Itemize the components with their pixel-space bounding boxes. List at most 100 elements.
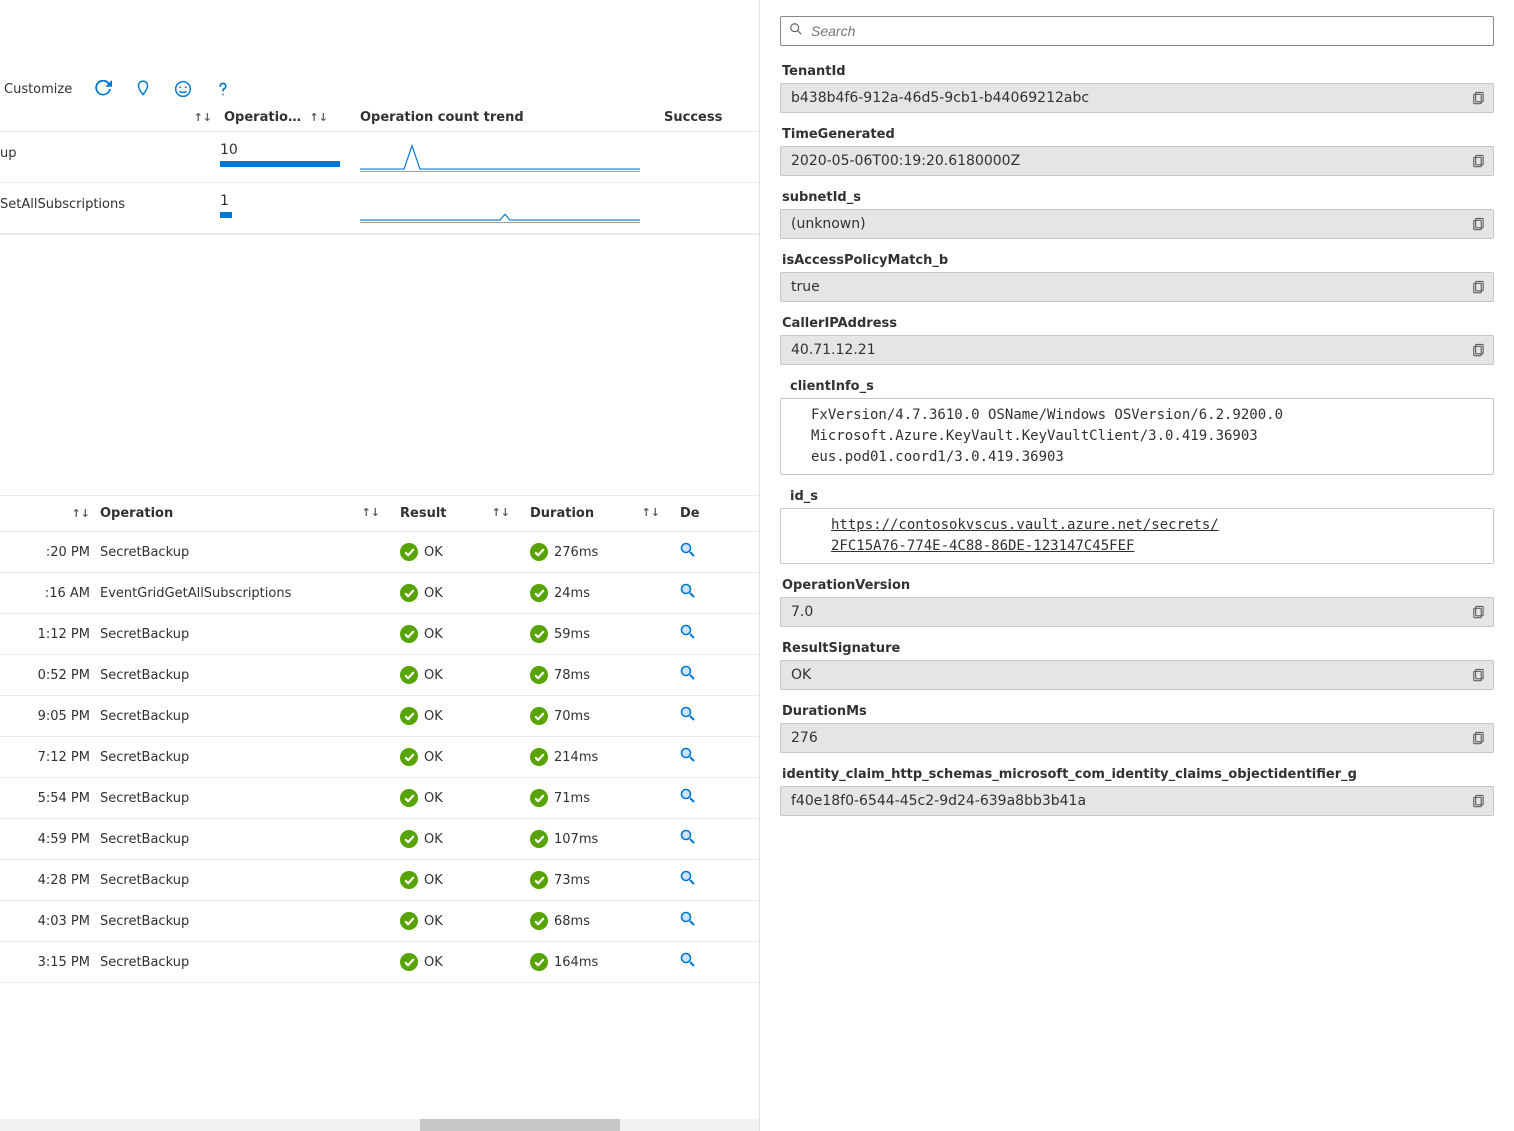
table-row[interactable]: 4:59 PM SecretBackup OK 107ms bbox=[0, 819, 759, 860]
cell-duration: 164ms bbox=[530, 953, 680, 971]
col-operation-header[interactable]: Operation bbox=[100, 506, 173, 521]
sort-icon[interactable]: ↑↓ bbox=[362, 506, 380, 519]
field-value[interactable]: 40.71.12.21 bbox=[780, 335, 1494, 365]
cell-result: OK bbox=[400, 584, 530, 602]
col-success-header[interactable]: Success bbox=[664, 110, 722, 125]
cell-result: OK bbox=[400, 666, 530, 684]
table-row[interactable]: :20 PM SecretBackup OK 276ms bbox=[0, 532, 759, 573]
help-icon[interactable] bbox=[214, 80, 232, 98]
field-value[interactable]: b438b4f6-912a-46d5-9cb1-b44069212abc bbox=[780, 83, 1494, 113]
table-row[interactable]: 1:12 PM SecretBackup OK 59ms bbox=[0, 614, 759, 655]
magnifier-icon[interactable] bbox=[680, 624, 696, 640]
cell-operation: EventGridGetAllSubscriptions bbox=[100, 586, 400, 601]
cell-details-link[interactable] bbox=[680, 706, 720, 726]
copy-icon[interactable] bbox=[1470, 668, 1485, 683]
favorite-icon[interactable] bbox=[134, 80, 152, 98]
magnifier-icon[interactable] bbox=[680, 952, 696, 968]
col-operation-header[interactable]: Operatio… bbox=[224, 110, 301, 125]
check-icon bbox=[400, 789, 418, 807]
cell-operation: SecretBackup bbox=[100, 668, 400, 683]
table-row[interactable]: 5:54 PM SecretBackup OK 71ms bbox=[0, 778, 759, 819]
magnifier-icon[interactable] bbox=[680, 706, 696, 722]
magnifier-icon[interactable] bbox=[680, 542, 696, 558]
cell-details-link[interactable] bbox=[680, 870, 720, 890]
copy-icon[interactable] bbox=[1470, 91, 1485, 106]
cell-duration: 214ms bbox=[530, 748, 680, 766]
col-details-header[interactable]: De bbox=[680, 506, 700, 521]
copy-icon[interactable] bbox=[1470, 605, 1485, 620]
cell-duration: 59ms bbox=[530, 625, 680, 643]
copy-icon[interactable] bbox=[1470, 217, 1485, 232]
copy-icon[interactable] bbox=[1470, 343, 1485, 358]
refresh-icon[interactable] bbox=[94, 80, 112, 98]
check-icon bbox=[400, 912, 418, 930]
col-duration-header[interactable]: Duration bbox=[530, 506, 594, 521]
magnifier-icon[interactable] bbox=[680, 829, 696, 845]
table-row[interactable]: 4:03 PM SecretBackup OK 68ms bbox=[0, 901, 759, 942]
sort-icon[interactable]: ↑↓ bbox=[72, 507, 90, 520]
check-icon bbox=[530, 830, 548, 848]
table-row[interactable]: 7:12 PM SecretBackup OK 214ms bbox=[0, 737, 759, 778]
table-row[interactable]: 0:52 PM SecretBackup OK 78ms bbox=[0, 655, 759, 696]
field-value[interactable]: https://contosokvscus.vault.azure.net/se… bbox=[780, 508, 1494, 564]
sort-icon[interactable]: ↑↓ bbox=[642, 506, 660, 519]
cell-details-link[interactable] bbox=[680, 542, 720, 562]
cell-details-link[interactable] bbox=[680, 624, 720, 644]
customize-button[interactable]: Customize bbox=[4, 82, 72, 97]
magnifier-icon[interactable] bbox=[680, 788, 696, 804]
smile-icon[interactable] bbox=[174, 80, 192, 98]
col-result-header[interactable]: Result bbox=[400, 506, 447, 521]
toolbar: Customize bbox=[0, 0, 759, 106]
field-value[interactable]: (unknown) bbox=[780, 209, 1494, 239]
magnifier-icon[interactable] bbox=[680, 747, 696, 763]
table-row[interactable]: 3:15 PM SecretBackup OK 164ms bbox=[0, 942, 759, 983]
summary-table: ↑↓ Operatio… ↑↓ Operation count trend Su… bbox=[0, 106, 759, 235]
summary-row[interactable]: up 10 bbox=[0, 132, 759, 183]
check-icon bbox=[530, 707, 548, 725]
cell-time: 1:12 PM bbox=[0, 627, 100, 642]
check-icon bbox=[530, 584, 548, 602]
cell-details-link[interactable] bbox=[680, 829, 720, 849]
magnifier-icon[interactable] bbox=[680, 583, 696, 599]
field-value[interactable]: FxVersion/4.7.3610.0 OSName/Windows OSVe… bbox=[780, 398, 1494, 475]
cell-details-link[interactable] bbox=[680, 665, 720, 685]
field-value[interactable]: f40e18f0-6544-45c2-9d24-639a8bb3b41a bbox=[780, 786, 1494, 816]
field-value[interactable]: 2020-05-06T00:19:20.6180000Z bbox=[780, 146, 1494, 176]
copy-icon[interactable] bbox=[1470, 731, 1485, 746]
cell-operation: SecretBackup bbox=[100, 545, 400, 560]
cell-result: OK bbox=[400, 543, 530, 561]
magnifier-icon[interactable] bbox=[680, 665, 696, 681]
cell-details-link[interactable] bbox=[680, 747, 720, 767]
horizontal-scrollbar[interactable] bbox=[0, 1119, 759, 1131]
cell-details-link[interactable] bbox=[680, 952, 720, 972]
cell-details-link[interactable] bbox=[680, 911, 720, 931]
field-value[interactable]: true bbox=[780, 272, 1494, 302]
magnifier-icon[interactable] bbox=[680, 911, 696, 927]
search-input[interactable] bbox=[811, 23, 1485, 39]
copy-icon[interactable] bbox=[1470, 794, 1485, 809]
copy-icon[interactable] bbox=[1470, 154, 1485, 169]
field-value[interactable]: OK bbox=[780, 660, 1494, 690]
sort-icon[interactable]: ↑↓ bbox=[310, 111, 328, 124]
field-value[interactable]: 276 bbox=[780, 723, 1494, 753]
cell-time: 7:12 PM bbox=[0, 750, 100, 765]
sort-icon[interactable]: ↑↓ bbox=[492, 506, 510, 519]
summary-row[interactable]: SetAllSubscriptions 1 bbox=[0, 183, 759, 234]
table-row[interactable]: 4:28 PM SecretBackup OK 73ms bbox=[0, 860, 759, 901]
cell-result: OK bbox=[400, 912, 530, 930]
copy-icon[interactable] bbox=[1470, 280, 1485, 295]
cell-result: OK bbox=[400, 830, 530, 848]
magnifier-icon[interactable] bbox=[680, 870, 696, 886]
table-row[interactable]: :16 AM EventGridGetAllSubscriptions OK 2… bbox=[0, 573, 759, 614]
cell-details-link[interactable] bbox=[680, 583, 720, 603]
field-label: subnetId_s bbox=[780, 190, 1494, 205]
cell-details-link[interactable] bbox=[680, 788, 720, 808]
cell-operation: SecretBackup bbox=[100, 873, 400, 888]
sort-icon[interactable]: ↑↓ bbox=[194, 111, 212, 124]
cell-duration: 73ms bbox=[530, 871, 680, 889]
check-icon bbox=[400, 830, 418, 848]
check-icon bbox=[400, 707, 418, 725]
search-input-wrap[interactable] bbox=[780, 16, 1494, 46]
field-value[interactable]: 7.0 bbox=[780, 597, 1494, 627]
table-row[interactable]: 9:05 PM SecretBackup OK 70ms bbox=[0, 696, 759, 737]
